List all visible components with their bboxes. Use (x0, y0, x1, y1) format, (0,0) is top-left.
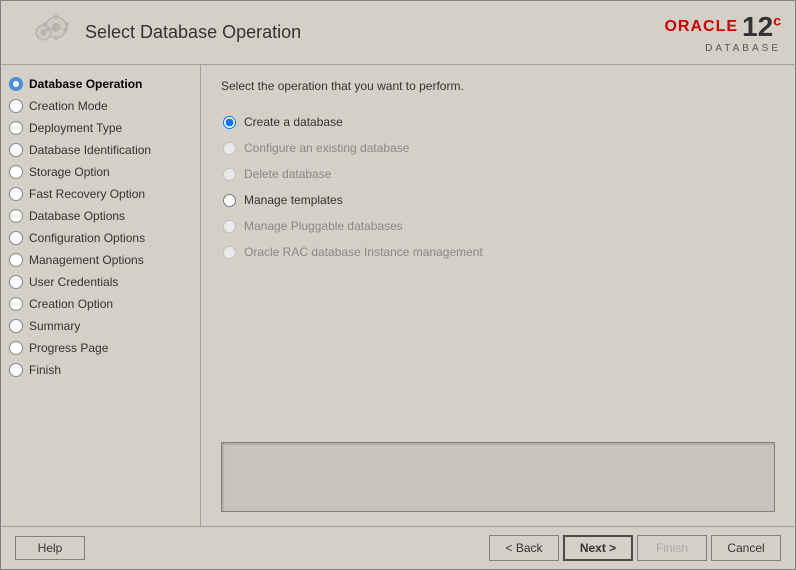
sidebar-label-fast-recovery-option: Fast Recovery Option (29, 187, 145, 201)
sidebar-item-summary[interactable]: Summary (1, 315, 200, 337)
sidebar-label-deployment-type: Deployment Type (29, 121, 122, 135)
sidebar-dot-creation-mode (9, 99, 23, 113)
oracle-text: ORACLE (664, 18, 738, 36)
sidebar-label-storage-option: Storage Option (29, 165, 110, 179)
radio-option-delete-database: Delete database (221, 161, 775, 187)
radio-input-configure-existing (223, 142, 236, 155)
radio-input-create-database[interactable] (223, 116, 236, 129)
sidebar-dot-configuration-options (9, 231, 23, 245)
description-area (221, 442, 775, 512)
sidebar-item-management-options[interactable]: Management Options (1, 249, 200, 271)
sidebar-item-creation-mode[interactable]: Creation Mode (1, 95, 200, 117)
radio-input-delete-database (223, 168, 236, 181)
next-button[interactable]: Next > (563, 535, 633, 561)
sidebar-dot-summary (9, 319, 23, 333)
title-left: Select Database Operation (15, 9, 301, 56)
radio-label-delete-database: Delete database (244, 167, 331, 181)
bottom-bar: Help < Back Next > Finish Cancel (1, 526, 795, 569)
radio-input-manage-pluggable (223, 220, 236, 233)
back-button[interactable]: < Back (489, 535, 559, 561)
cancel-button[interactable]: Cancel (711, 535, 781, 561)
radio-option-oracle-rac: Oracle RAC database Instance management (221, 239, 775, 265)
sidebar-dot-database-options (9, 209, 23, 223)
gear-icon (15, 9, 75, 56)
sidebar-item-deployment-type[interactable]: Deployment Type (1, 117, 200, 139)
window-title: Select Database Operation (85, 22, 301, 43)
sidebar-dot-database-operation (9, 77, 23, 91)
sidebar-label-configuration-options: Configuration Options (29, 231, 145, 245)
radio-option-manage-templates[interactable]: Manage templates (221, 187, 775, 213)
sidebar-item-database-operation[interactable]: Database Operation (1, 73, 200, 95)
sidebar-item-fast-recovery-option[interactable]: Fast Recovery Option (1, 183, 200, 205)
options-area: Create a database Configure an existing d… (221, 109, 775, 434)
radio-input-oracle-rac (223, 246, 236, 259)
sidebar-item-database-options[interactable]: Database Options (1, 205, 200, 227)
radio-option-configure-existing: Configure an existing database (221, 135, 775, 161)
radio-label-create-database: Create a database (244, 115, 343, 129)
sidebar-label-database-identification: Database Identification (29, 143, 151, 157)
radio-input-manage-templates[interactable] (223, 194, 236, 207)
main-window: Select Database Operation ORACLE 12c DAT… (0, 0, 796, 570)
sidebar-dot-database-identification (9, 143, 23, 157)
sidebar-item-user-credentials[interactable]: User Credentials (1, 271, 200, 293)
radio-label-manage-templates: Manage templates (244, 193, 343, 207)
sidebar: Database Operation Creation Mode Deploymen… (1, 65, 201, 526)
sidebar-dot-progress-page (9, 341, 23, 355)
sidebar-label-summary: Summary (29, 319, 80, 333)
oracle-version: 12c (742, 11, 781, 43)
sidebar-dot-creation-option (9, 297, 23, 311)
sidebar-label-progress-page: Progress Page (29, 341, 108, 355)
sidebar-dot-management-options (9, 253, 23, 267)
oracle-database-label: DATABASE (705, 43, 781, 54)
sidebar-dot-deployment-type (9, 121, 23, 135)
sidebar-dot-finish (9, 363, 23, 377)
sidebar-item-configuration-options[interactable]: Configuration Options (1, 227, 200, 249)
content-area: Select the operation that you want to pe… (201, 65, 795, 526)
title-bar: Select Database Operation ORACLE 12c DAT… (1, 1, 795, 65)
main-content: Database Operation Creation Mode Deploymen… (1, 65, 795, 526)
sidebar-label-database-options: Database Options (29, 209, 125, 223)
radio-label-oracle-rac: Oracle RAC database Instance management (244, 245, 483, 259)
finish-button[interactable]: Finish (637, 535, 707, 561)
radio-label-configure-existing: Configure an existing database (244, 141, 409, 155)
help-button[interactable]: Help (15, 536, 85, 560)
sidebar-dot-storage-option (9, 165, 23, 179)
radio-option-create-database[interactable]: Create a database (221, 109, 775, 135)
sidebar-item-progress-page[interactable]: Progress Page (1, 337, 200, 359)
sidebar-dot-user-credentials (9, 275, 23, 289)
sidebar-item-storage-option[interactable]: Storage Option (1, 161, 200, 183)
sidebar-dot-fast-recovery-option (9, 187, 23, 201)
instruction-text: Select the operation that you want to pe… (221, 79, 775, 93)
sidebar-label-creation-option: Creation Option (29, 297, 113, 311)
sidebar-label-finish: Finish (29, 363, 61, 377)
radio-label-manage-pluggable: Manage Pluggable databases (244, 219, 403, 233)
sidebar-label-management-options: Management Options (29, 253, 144, 267)
oracle-logo-top: ORACLE 12c (664, 11, 781, 43)
radio-option-manage-pluggable: Manage Pluggable databases (221, 213, 775, 239)
sidebar-item-creation-option[interactable]: Creation Option (1, 293, 200, 315)
sidebar-item-finish[interactable]: Finish (1, 359, 200, 381)
sidebar-label-user-credentials: User Credentials (29, 275, 118, 289)
nav-buttons: < Back Next > Finish Cancel (489, 535, 781, 561)
oracle-logo: ORACLE 12c DATABASE (664, 11, 781, 54)
sidebar-item-database-identification[interactable]: Database Identification (1, 139, 200, 161)
sidebar-label-creation-mode: Creation Mode (29, 99, 108, 113)
sidebar-label-database-operation: Database Operation (29, 77, 142, 91)
